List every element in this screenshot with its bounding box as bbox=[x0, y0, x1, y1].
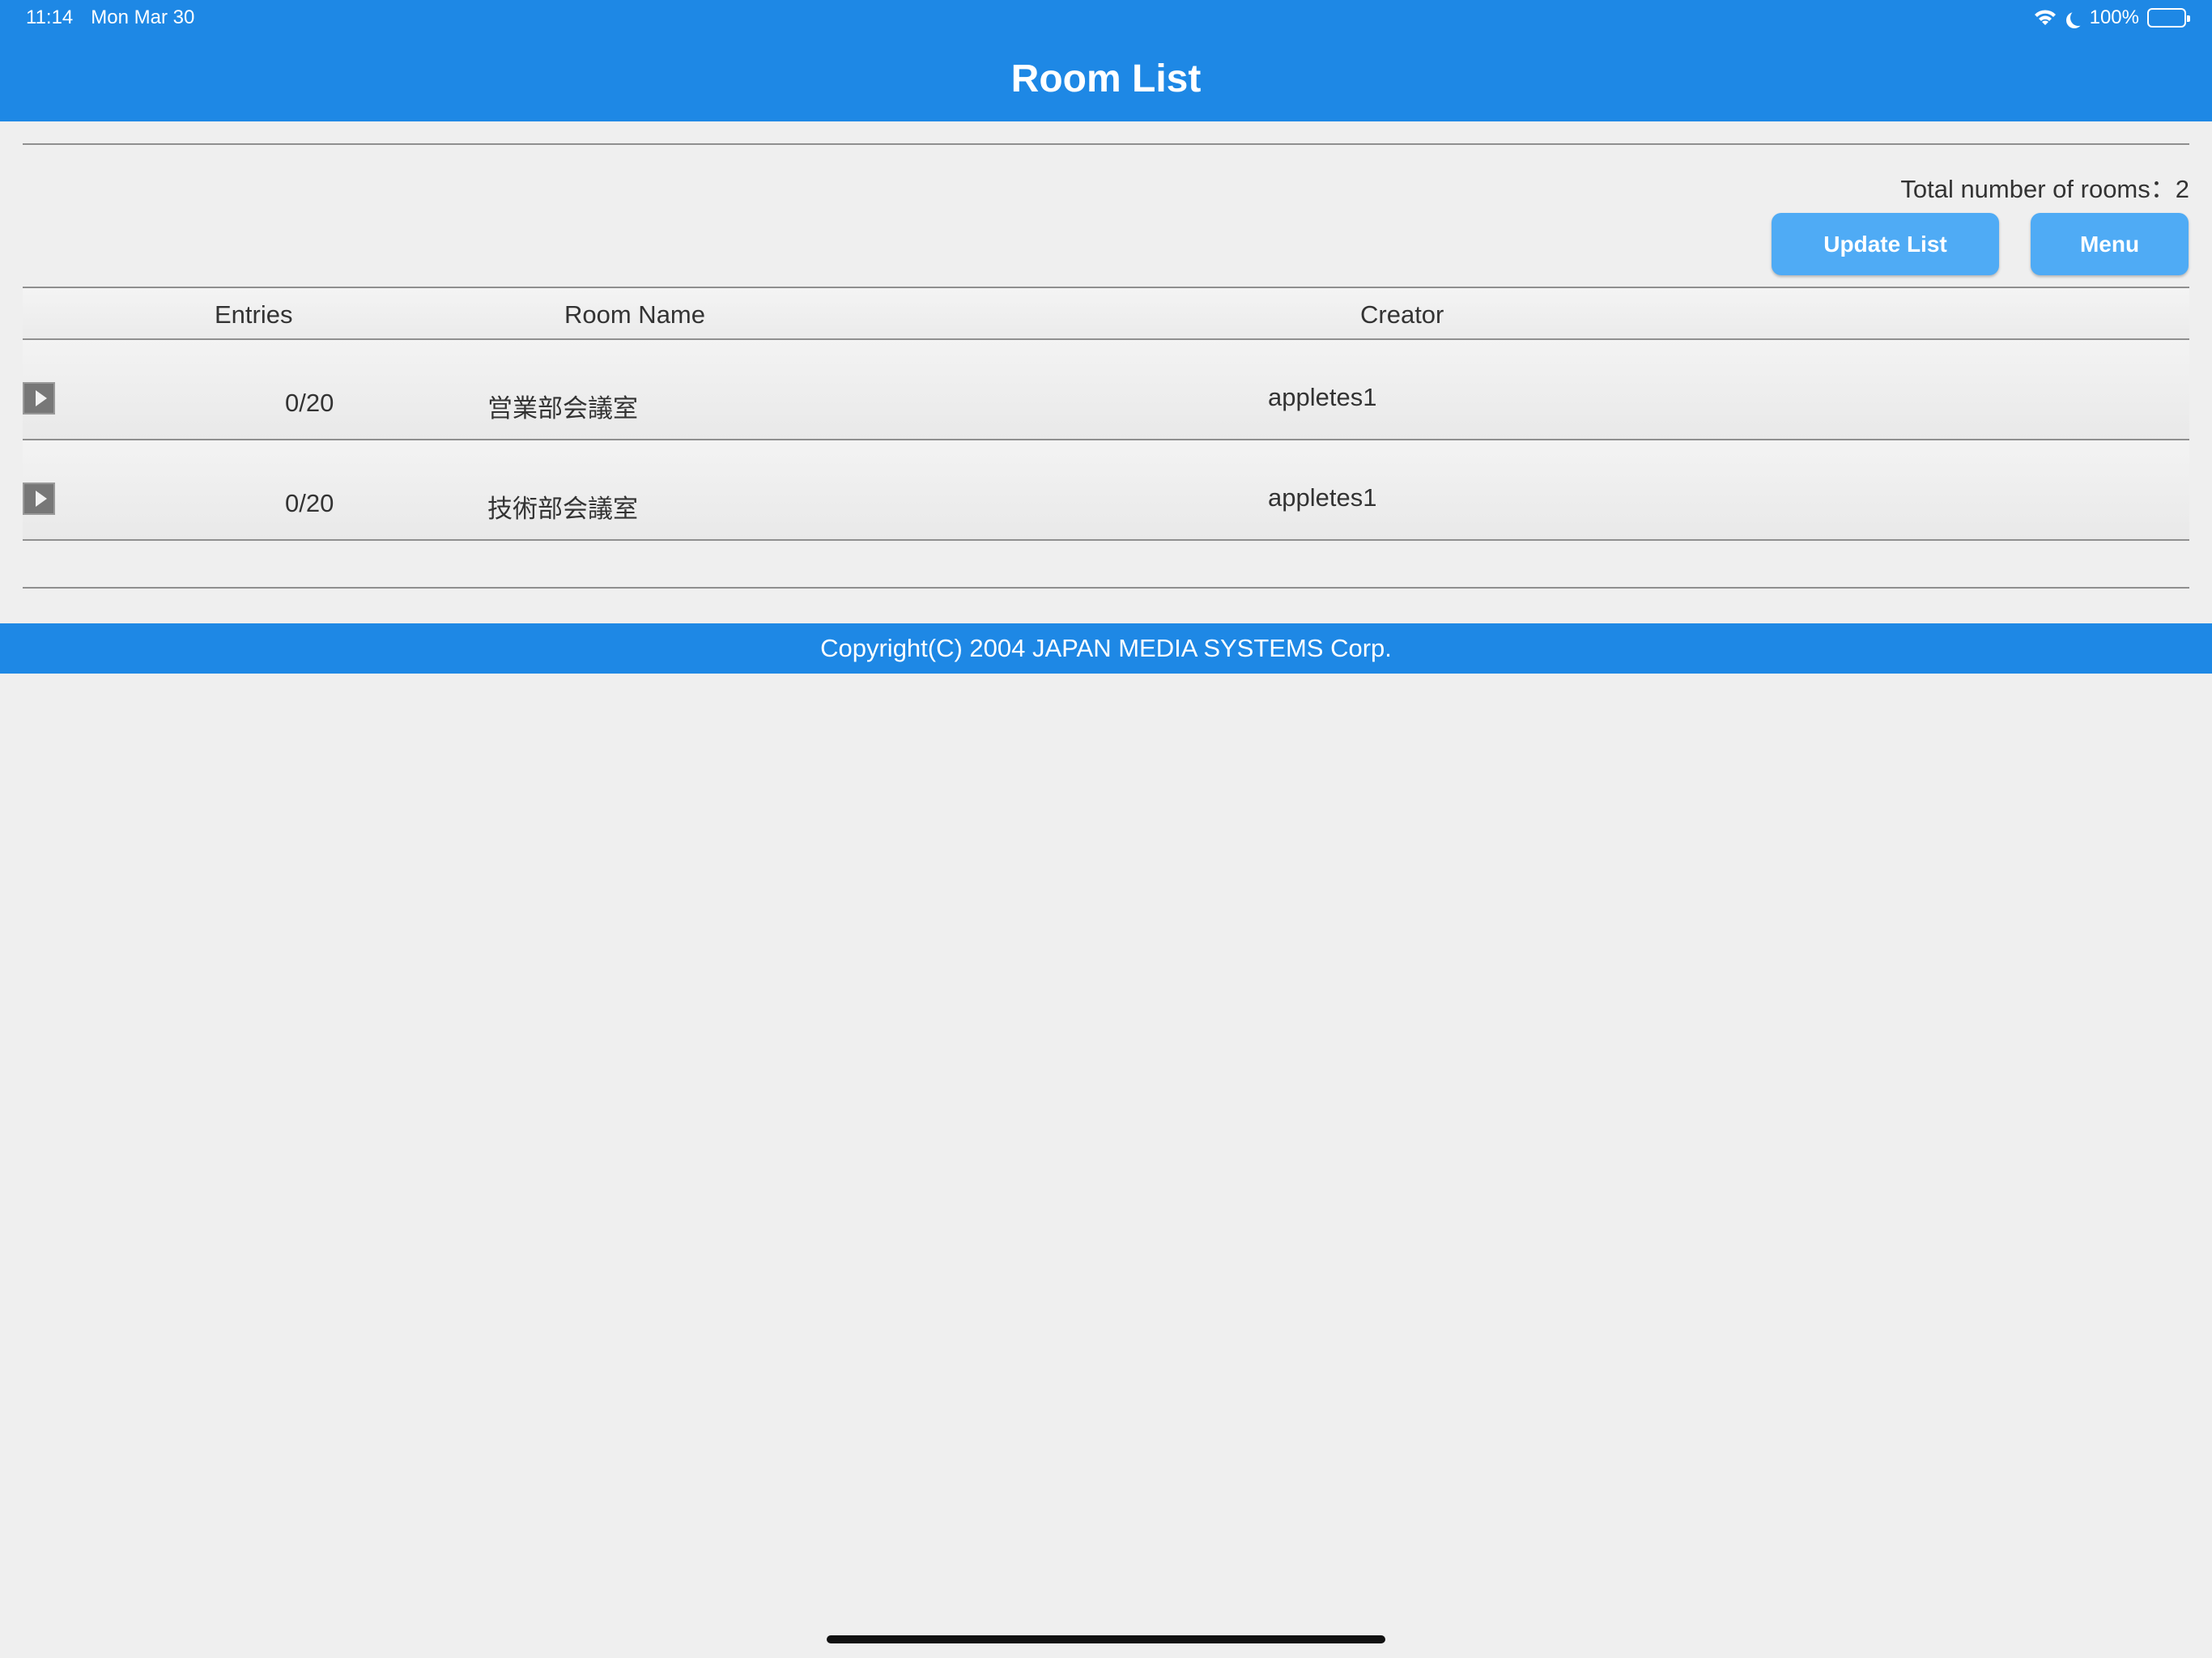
divider bbox=[23, 143, 2189, 145]
column-header-creator: Creator bbox=[1360, 300, 1444, 329]
footer: Copyright(C) 2004 JAPAN MEDIA SYSTEMS Co… bbox=[0, 623, 2212, 674]
page-title: Room List bbox=[1010, 57, 1202, 100]
status-date: Mon Mar 30 bbox=[91, 6, 195, 28]
column-header-room-name: Room Name bbox=[564, 300, 705, 329]
wifi-icon bbox=[2033, 9, 2057, 27]
entries-cell: 0/20 bbox=[285, 489, 334, 517]
status-bar-left: 11:14 Mon Mar 30 bbox=[26, 6, 194, 29]
enter-room-play-icon[interactable] bbox=[23, 382, 55, 414]
header-bar: 11:14 Mon Mar 30 100% Room List bbox=[0, 0, 2212, 121]
creator-cell: appletes1 bbox=[1268, 483, 1377, 512]
moon-icon bbox=[2070, 10, 2087, 26]
total-rooms-count: Total number of rooms：2 bbox=[1900, 175, 2189, 203]
table-row: 0/20 技術部会議室 appletes1 bbox=[23, 440, 2189, 541]
battery-percent: 100% bbox=[2089, 6, 2139, 28]
status-bar-right: 100% bbox=[2033, 6, 2190, 29]
update-list-button[interactable]: Update List bbox=[1772, 213, 1999, 275]
battery-icon bbox=[2147, 8, 2190, 28]
table-row: 0/20 営業部会議室 appletes1 bbox=[23, 340, 2189, 440]
divider bbox=[23, 587, 2189, 589]
copyright-text: Copyright(C) 2004 JAPAN MEDIA SYSTEMS Co… bbox=[820, 634, 1392, 662]
enter-room-play-icon[interactable] bbox=[23, 483, 55, 515]
home-indicator[interactable] bbox=[827, 1635, 1385, 1643]
status-time: 11:14 bbox=[26, 6, 74, 28]
column-header-entries: Entries bbox=[215, 300, 293, 329]
room-name-cell: 営業部会議室 bbox=[487, 394, 638, 423]
entries-cell: 0/20 bbox=[285, 389, 334, 417]
menu-button[interactable]: Menu bbox=[2031, 213, 2189, 275]
creator-cell: appletes1 bbox=[1268, 383, 1377, 411]
table-header: Entries Room Name Creator bbox=[23, 287, 2189, 340]
room-name-cell: 技術部会議室 bbox=[487, 495, 638, 523]
